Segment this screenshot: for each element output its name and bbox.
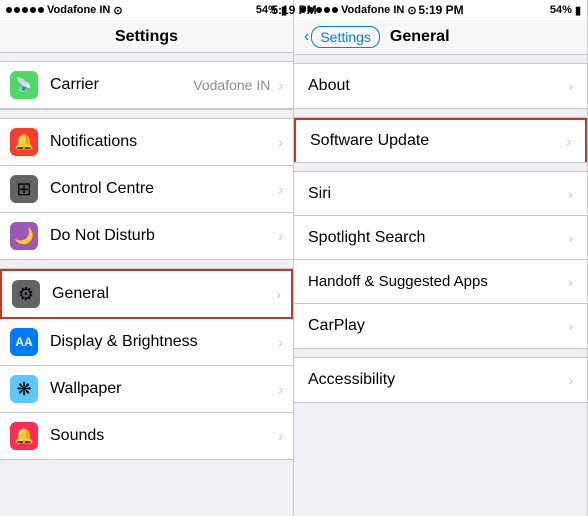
carrier-subtext: Vodafone IN — [193, 77, 270, 93]
about-arrow: › — [568, 78, 573, 94]
left-panel-title: Settings — [115, 28, 178, 45]
settings-section-3: ⚙ General › AA Display & Brightness › ❋ … — [0, 268, 293, 460]
wallpaper-icon: ❋ — [10, 375, 38, 403]
control-centre-arrow: › — [278, 181, 283, 197]
left-status-bar: Vodafone IN ⊙ 5:19 PM 54% ▮ — [0, 0, 293, 20]
do-not-disturb-label: Do Not Disturb — [50, 227, 274, 245]
display-brightness-item[interactable]: AA Display & Brightness › — [0, 319, 293, 366]
control-centre-item[interactable]: ⊞ Control Centre › — [0, 166, 293, 213]
right-signal-dot-3 — [316, 7, 322, 13]
carplay-label: CarPlay — [308, 317, 564, 335]
notifications-item[interactable]: 🔔 Notifications › — [0, 119, 293, 166]
spotlight-search-arrow: › — [568, 230, 573, 246]
right-panel-title: General — [390, 28, 450, 46]
signal-dot-5 — [38, 7, 44, 13]
signal-dots — [6, 7, 44, 13]
right-wifi-icon: ⊙ — [407, 4, 416, 17]
back-button[interactable]: ‹ Settings — [304, 26, 380, 48]
spotlight-search-item[interactable]: Spotlight Search › — [294, 216, 587, 260]
handoff-arrow: › — [568, 274, 573, 290]
right-panel: Vodafone IN ⊙ 5:19 PM 54% ▮ ‹ Settings G… — [294, 0, 588, 516]
signal-dot-4 — [30, 7, 36, 13]
notifications-label: Notifications — [50, 133, 274, 151]
software-update-label: Software Update — [310, 132, 562, 150]
sounds-arrow: › — [278, 428, 283, 444]
siri-label: Siri — [308, 185, 564, 203]
carplay-arrow: › — [568, 318, 573, 334]
left-panel-header: Settings — [0, 20, 293, 53]
do-not-disturb-arrow: › — [278, 228, 283, 244]
right-section-1: About › — [294, 63, 587, 109]
siri-arrow: › — [568, 186, 573, 202]
wallpaper-arrow: › — [278, 381, 283, 397]
left-panel: Vodafone IN ⊙ 5:19 PM 54% ▮ Settings 📡 C… — [0, 0, 294, 516]
signal-dot-3 — [22, 7, 28, 13]
general-label: General — [52, 285, 272, 303]
accessibility-arrow: › — [568, 372, 573, 388]
carrier-label: Vodafone IN — [47, 4, 110, 16]
right-nav-header: ‹ Settings General — [294, 20, 587, 55]
signal-dot-2 — [14, 7, 20, 13]
carrier-icon: 📡 — [10, 71, 38, 99]
signal-dot-1 — [6, 7, 12, 13]
notifications-icon: 🔔 — [10, 128, 38, 156]
right-battery-icon: ▮ — [575, 4, 581, 17]
wallpaper-item[interactable]: ❋ Wallpaper › — [0, 366, 293, 413]
settings-section-carrier: 📡 Carrier Vodafone IN › — [0, 61, 293, 110]
right-section-4: Accessibility › — [294, 357, 587, 403]
notifications-arrow: › — [278, 134, 283, 150]
carrier-arrow: › — [278, 77, 283, 93]
sounds-icon: 🔔 — [10, 422, 38, 450]
settings-section-2: 🔔 Notifications › ⊞ Control Centre › 🌙 D… — [0, 118, 293, 260]
handoff-label: Handoff & Suggested Apps — [308, 273, 564, 290]
right-section-2: Software Update › — [294, 117, 587, 163]
carrier-label-text: Carrier — [50, 76, 193, 94]
do-not-disturb-item[interactable]: 🌙 Do Not Disturb › — [0, 213, 293, 259]
display-brightness-label: Display & Brightness — [50, 333, 274, 351]
spotlight-search-label: Spotlight Search — [308, 229, 564, 247]
right-section-3: Siri › Spotlight Search › Handoff & Sugg… — [294, 171, 587, 349]
right-signal-dot-4 — [324, 7, 330, 13]
do-not-disturb-icon: 🌙 — [10, 222, 38, 250]
carplay-item[interactable]: CarPlay › — [294, 304, 587, 348]
right-status-left: Vodafone IN ⊙ — [300, 4, 417, 17]
status-left: Vodafone IN ⊙ — [6, 4, 123, 17]
software-update-arrow: › — [566, 133, 571, 149]
about-label: About — [308, 77, 564, 95]
left-time: 5:19 PM — [271, 3, 316, 17]
back-label: Settings — [311, 26, 380, 48]
carrier-row[interactable]: 📡 Carrier Vodafone IN › — [0, 62, 293, 109]
handoff-item[interactable]: Handoff & Suggested Apps › — [294, 260, 587, 304]
control-centre-label: Control Centre — [50, 180, 274, 198]
control-centre-icon: ⊞ — [10, 175, 38, 203]
right-status-right: 54% ▮ — [550, 4, 581, 17]
general-item[interactable]: ⚙ General › — [0, 269, 293, 319]
right-carrier-label: Vodafone IN — [341, 4, 404, 16]
display-brightness-icon: AA — [10, 328, 38, 356]
right-status-bar: Vodafone IN ⊙ 5:19 PM 54% ▮ — [294, 0, 587, 20]
general-arrow: › — [276, 286, 281, 302]
software-update-item[interactable]: Software Update › — [294, 118, 587, 162]
about-item[interactable]: About › — [294, 64, 587, 108]
wifi-icon: ⊙ — [113, 4, 122, 17]
accessibility-label: Accessibility — [308, 371, 564, 389]
sounds-label: Sounds — [50, 427, 274, 445]
wallpaper-label: Wallpaper — [50, 380, 274, 398]
right-battery-percent: 54% — [550, 4, 572, 16]
siri-item[interactable]: Siri › — [294, 172, 587, 216]
display-brightness-arrow: › — [278, 334, 283, 350]
right-signal-dot-5 — [332, 7, 338, 13]
sounds-item[interactable]: 🔔 Sounds › — [0, 413, 293, 459]
back-chevron-icon: ‹ — [304, 28, 309, 46]
right-time: 5:19 PM — [418, 3, 463, 17]
general-icon: ⚙ — [12, 280, 40, 308]
accessibility-item[interactable]: Accessibility › — [294, 358, 587, 402]
